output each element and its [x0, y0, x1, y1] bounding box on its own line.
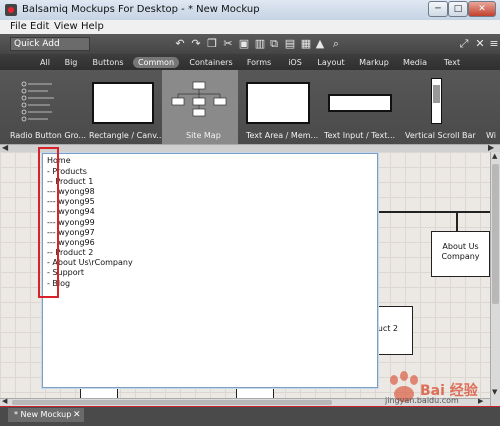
paste-icon[interactable]: ▣ [238, 38, 250, 50]
tab-ios[interactable]: iOS [283, 57, 307, 68]
close-tab-icon[interactable]: ✕ [73, 408, 83, 422]
cut-icon[interactable]: ✂ [222, 38, 234, 50]
canvas-vertical-scrollbar[interactable]: ▲ ▼ [490, 152, 500, 406]
scroll-up-icon[interactable]: ▲ [492, 152, 497, 160]
tab-big[interactable]: Big [60, 57, 82, 68]
horizontal-scroll-thumb[interactable] [12, 400, 332, 405]
textarea-thumbnail [246, 82, 310, 124]
tab-buttons[interactable]: Buttons [88, 57, 128, 68]
vertical-scroll-thumb[interactable] [492, 164, 499, 304]
minimize-button[interactable]: ─ [428, 1, 448, 17]
ungroup-icon[interactable]: ▦ [300, 38, 312, 50]
close-window-button[interactable]: ✕ [468, 1, 496, 17]
component-label: Radio Button Gro... [10, 131, 87, 140]
component-label: Rectangle / Canv... [89, 131, 164, 140]
scroll-right-icon[interactable]: ▶ [488, 143, 494, 152]
menu-file[interactable]: File [10, 21, 27, 32]
sitemap-box-about[interactable]: About Us Company [431, 231, 490, 277]
copy-icon[interactable]: ❐ [206, 38, 218, 50]
tab-layout[interactable]: Layout [313, 57, 349, 68]
tab-markup[interactable]: Markup [355, 57, 393, 68]
redo-icon[interactable]: ↷ [190, 38, 202, 50]
rectangle-thumbnail [92, 82, 154, 124]
duplicate-icon[interactable]: ⧉ [268, 38, 280, 50]
highlight-annotation [38, 147, 59, 298]
undo-icon[interactable]: ↶ [174, 38, 186, 50]
component-label: Text Area / Mem... [246, 131, 319, 140]
window-title: Balsamiq Mockups For Desktop - * New Moc… [22, 4, 260, 15]
tab-media[interactable]: Media [399, 57, 431, 68]
tab-text[interactable]: Text [437, 57, 467, 68]
tab-forms[interactable]: Forms [243, 57, 275, 68]
maximize-button[interactable]: □ [448, 1, 468, 17]
tab-all[interactable]: All [34, 57, 56, 68]
scroll-down-icon[interactable]: ▼ [492, 388, 497, 396]
lock-icon[interactable]: ▲ [314, 38, 326, 50]
search-icon[interactable]: ⌕ [330, 38, 342, 50]
delete-icon[interactable]: ▥ [254, 38, 266, 50]
tab-common[interactable]: Common [133, 57, 179, 68]
menu-view[interactable]: View [54, 21, 78, 32]
fullscreen-icon[interactable]: ⤢ [458, 38, 470, 50]
group-icon[interactable]: ▤ [284, 38, 296, 50]
sitemap-box-label: About Us Company [441, 242, 480, 261]
component-label: Site Map [186, 131, 221, 140]
tab-containers[interactable]: Containers [185, 57, 237, 68]
app-icon [5, 4, 17, 16]
scroll-right-icon[interactable]: ▶ [478, 397, 483, 405]
menu-help[interactable]: Help [81, 21, 104, 32]
close-panel-icon[interactable]: ✕ [474, 38, 486, 50]
scroll-left-icon[interactable]: ◀ [2, 397, 7, 405]
menu-icon[interactable]: ≡ [488, 38, 500, 50]
editor-line: - About Us\rCompany [47, 258, 133, 267]
watermark-url: jingyan.baidu.com [385, 396, 459, 405]
vscroll-thumbnail [431, 78, 442, 124]
radio-group-thumbnail-icon [21, 81, 54, 122]
textinput-thumbnail [328, 94, 392, 112]
menu-edit[interactable]: Edit [30, 21, 49, 32]
component-label: Text Input / Text... [324, 131, 396, 140]
scroll-left-icon[interactable]: ◀ [2, 143, 8, 152]
sitemap-connector [376, 211, 490, 213]
sitemap-thumbnail-icon [171, 81, 227, 117]
quick-add-input[interactable]: Quick Add [10, 37, 90, 51]
sitemap-connector [456, 211, 458, 231]
component-label: Wi [486, 131, 496, 140]
component-label: Vertical Scroll Bar [405, 131, 476, 140]
